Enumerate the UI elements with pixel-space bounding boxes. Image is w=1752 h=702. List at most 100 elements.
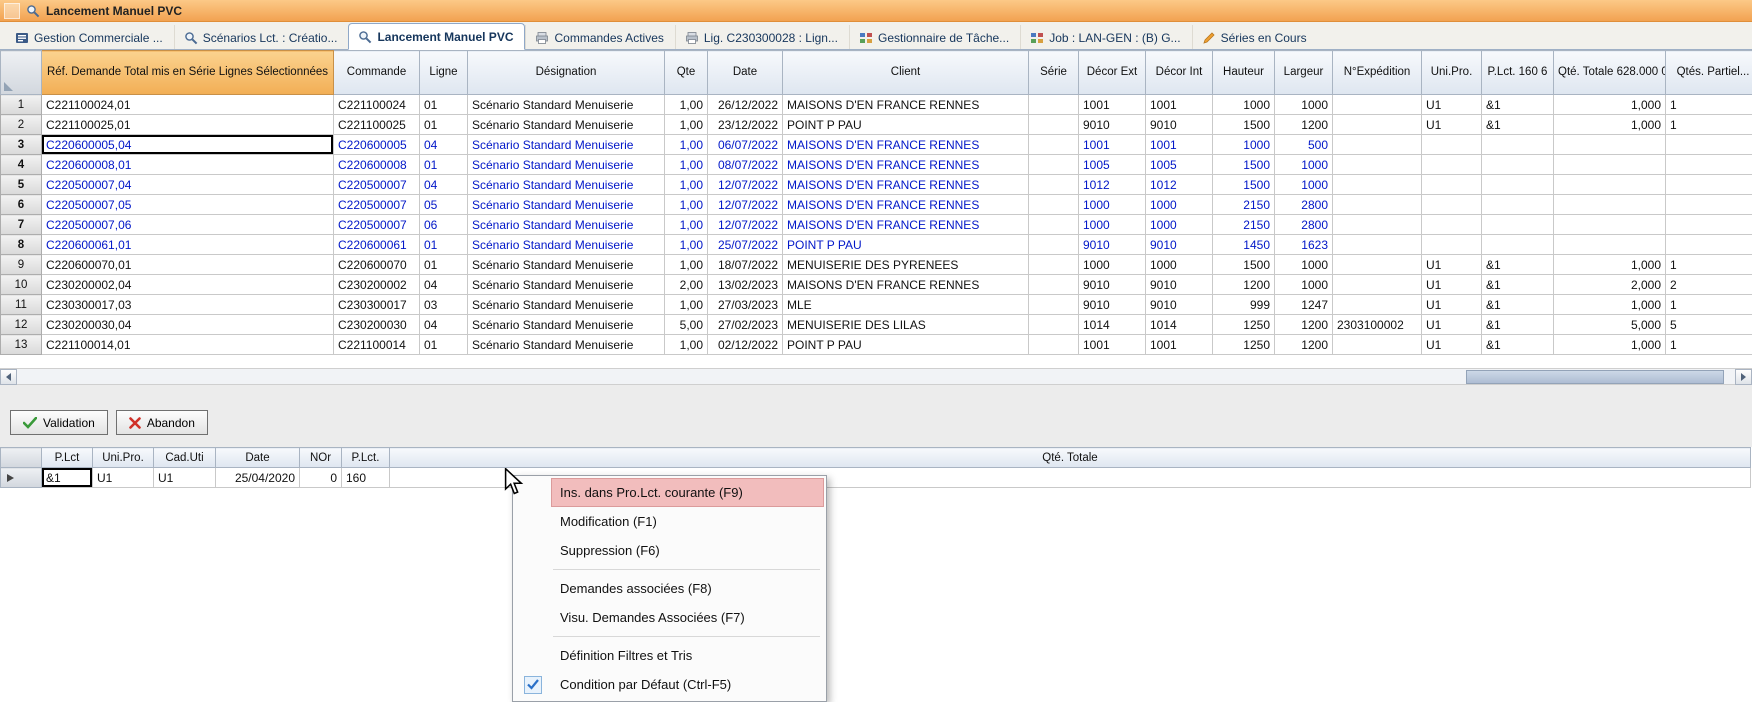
cell-serie[interactable] xyxy=(1029,215,1079,235)
column-header-p_lct2[interactable]: P.Lct. xyxy=(342,448,390,468)
cell-ligne[interactable]: 06 xyxy=(420,215,468,235)
cell-hauteur[interactable]: 1500 xyxy=(1213,255,1275,275)
cell-qtes_partielles[interactable]: 1 xyxy=(1666,255,1752,275)
cell-p_lct[interactable]: &1 xyxy=(1482,95,1554,115)
cell-client[interactable]: POINT P PAU xyxy=(783,115,1029,135)
cell-decor_ext[interactable]: 1000 xyxy=(1079,215,1146,235)
cell-commande[interactable]: C221100014 xyxy=(334,335,420,355)
cell-date[interactable]: 12/07/2022 xyxy=(708,175,783,195)
window-system-icon[interactable] xyxy=(4,3,20,19)
cell-commande[interactable]: C220600061 xyxy=(334,235,420,255)
cell-ref[interactable]: C221100025,01 xyxy=(42,115,334,135)
menu-item-visu-demandes-associ-es-f7[interactable]: Visu. Demandes Associées (F7) xyxy=(515,603,824,632)
cell-largeur[interactable]: 1200 xyxy=(1275,115,1333,135)
cell-decor_ext[interactable]: 1001 xyxy=(1079,135,1146,155)
cell-date[interactable]: 27/03/2023 xyxy=(708,295,783,315)
cell-date[interactable]: 02/12/2022 xyxy=(708,335,783,355)
row-number[interactable]: 4 xyxy=(1,155,42,175)
cell-hauteur[interactable]: 1500 xyxy=(1213,175,1275,195)
cell-p_lct[interactable] xyxy=(1482,235,1554,255)
cell-uni_pro[interactable] xyxy=(1422,195,1482,215)
cell-p_lct[interactable] xyxy=(1482,135,1554,155)
cell-largeur[interactable]: 1000 xyxy=(1275,175,1333,195)
row-selector[interactable] xyxy=(1,468,42,488)
column-header-nor[interactable]: NOr xyxy=(300,448,342,468)
cell-commande[interactable]: C220500007 xyxy=(334,195,420,215)
cell-p_lct[interactable] xyxy=(1482,175,1554,195)
cell-date[interactable]: 13/02/2023 xyxy=(708,275,783,295)
cell-hauteur[interactable]: 1500 xyxy=(1213,115,1275,135)
row-number[interactable]: 7 xyxy=(1,215,42,235)
column-header-hauteur[interactable]: Hauteur xyxy=(1213,51,1275,95)
cell-ligne[interactable]: 05 xyxy=(420,195,468,215)
column-header-designation[interactable]: Désignation xyxy=(468,51,665,95)
cell-n_expedition[interactable] xyxy=(1333,275,1422,295)
cell-decor_int[interactable]: 1000 xyxy=(1146,195,1213,215)
cell-qtes_partielles[interactable] xyxy=(1666,235,1752,255)
cell-decor_ext[interactable]: 1001 xyxy=(1079,95,1146,115)
cell-commande[interactable]: C230300017 xyxy=(334,295,420,315)
cell-largeur[interactable]: 500 xyxy=(1275,135,1333,155)
cell-hauteur[interactable]: 1000 xyxy=(1213,95,1275,115)
tab-lancement-manuel-pvc[interactable]: Lancement Manuel PVC xyxy=(348,23,525,50)
column-header-decor_ext[interactable]: Décor Ext xyxy=(1079,51,1146,95)
cell-hauteur[interactable]: 2150 xyxy=(1213,195,1275,215)
cell-largeur[interactable]: 1000 xyxy=(1275,255,1333,275)
cell-qte_totale[interactable] xyxy=(1554,155,1666,175)
cell-decor_ext[interactable]: 1000 xyxy=(1079,195,1146,215)
cell-ref[interactable]: C221100024,01 xyxy=(42,95,334,115)
cell-qte[interactable]: 1,00 xyxy=(665,215,708,235)
menu-item-suppression-f6[interactable]: Suppression (F6) xyxy=(515,536,824,565)
cell-qtes_partielles[interactable] xyxy=(1666,175,1752,195)
cell-largeur[interactable]: 1200 xyxy=(1275,335,1333,355)
cell-decor_int[interactable]: 1012 xyxy=(1146,175,1213,195)
cell-uni_pro[interactable] xyxy=(1422,155,1482,175)
cell-p_lct[interactable]: &1 xyxy=(1482,115,1554,135)
cell-qtes_partielles[interactable]: 1 xyxy=(1666,95,1752,115)
cell-qte_totale[interactable] xyxy=(1554,175,1666,195)
cell-qte_totale[interactable]: 5,000 xyxy=(1554,315,1666,335)
cell-designation[interactable]: Scénario Standard Menuiserie xyxy=(468,115,665,135)
column-header-uni_pro[interactable]: Uni.Pro. xyxy=(1422,51,1482,95)
cell-n_expedition[interactable] xyxy=(1333,135,1422,155)
cell-ligne[interactable]: 01 xyxy=(420,95,468,115)
cell-qte[interactable]: 1,00 xyxy=(665,235,708,255)
tab-lig-c230300028-lign[interactable]: Lig. C230300028 : Lign... xyxy=(675,25,849,49)
column-header-qte_totale[interactable]: Qté. Totale xyxy=(390,448,1751,468)
cell-qte[interactable]: 1,00 xyxy=(665,115,708,135)
cell-qte[interactable]: 1,00 xyxy=(665,195,708,215)
horizontal-scrollbar[interactable] xyxy=(0,368,1752,385)
cell-designation[interactable]: Scénario Standard Menuiserie xyxy=(468,215,665,235)
cell-n_expedition[interactable]: 2303100002 xyxy=(1333,315,1422,335)
cell-commande[interactable]: C220500007 xyxy=(334,215,420,235)
cell-decor_int[interactable]: 1000 xyxy=(1146,215,1213,235)
row-number[interactable]: 11 xyxy=(1,295,42,315)
cell-p_lct[interactable]: &1 xyxy=(1482,335,1554,355)
cell-n_expedition[interactable] xyxy=(1333,155,1422,175)
menu-item-condition-par-d-faut-ctrl-f5[interactable]: Condition par Défaut (Ctrl-F5) xyxy=(515,670,824,699)
column-header-p_lct[interactable]: P.Lct xyxy=(42,448,93,468)
cell-cad_uti[interactable]: U1 xyxy=(154,468,216,488)
cell-n_expedition[interactable] xyxy=(1333,335,1422,355)
cell-ref[interactable]: C230200002,04 xyxy=(42,275,334,295)
cell-serie[interactable] xyxy=(1029,335,1079,355)
cell-uni_pro[interactable]: U1 xyxy=(1422,275,1482,295)
cell-largeur[interactable]: 1000 xyxy=(1275,95,1333,115)
cell-date[interactable]: 18/07/2022 xyxy=(708,255,783,275)
cell-commande[interactable]: C220600070 xyxy=(334,255,420,275)
cell-ref[interactable]: C220500007,06 xyxy=(42,215,334,235)
cell-qtes_partielles[interactable] xyxy=(1666,195,1752,215)
cell-decor_ext[interactable]: 1012 xyxy=(1079,175,1146,195)
cell-hauteur[interactable]: 1500 xyxy=(1213,155,1275,175)
cell-decor_ext[interactable]: 1014 xyxy=(1079,315,1146,335)
cell-decor_ext[interactable]: 1001 xyxy=(1079,335,1146,355)
tab-gestionnaire-de-t-che[interactable]: Gestionnaire de Tâche... xyxy=(849,25,1020,49)
cell-serie[interactable] xyxy=(1029,255,1079,275)
cell-largeur[interactable]: 1000 xyxy=(1275,155,1333,175)
cell-ref[interactable]: C220600070,01 xyxy=(42,255,334,275)
cell-qte[interactable]: 1,00 xyxy=(665,175,708,195)
cell-qtes_partielles[interactable]: 1 xyxy=(1666,335,1752,355)
cell-qte[interactable]: 1,00 xyxy=(665,255,708,275)
column-header-decor_int[interactable]: Décor Int xyxy=(1146,51,1213,95)
cell-p_lct2[interactable]: 160 xyxy=(342,468,390,488)
